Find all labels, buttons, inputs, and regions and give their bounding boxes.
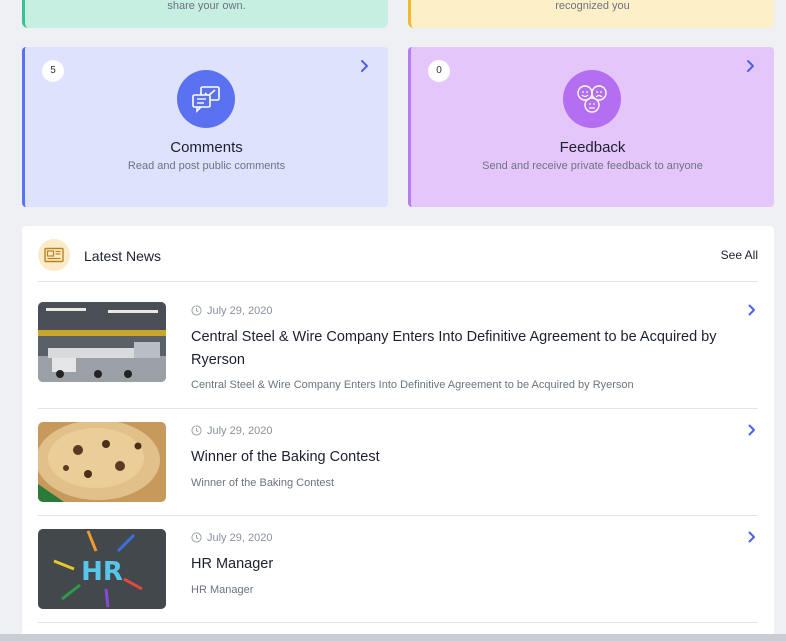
news-date-text: July 29, 2020: [207, 305, 273, 317]
chevron-right-icon[interactable]: [746, 304, 758, 316]
see-all-link[interactable]: See All: [721, 248, 758, 262]
news-date: July 29, 2020: [191, 305, 272, 317]
top-card-left[interactable]: share your own.: [22, 0, 388, 28]
news-subtitle: HR Manager: [191, 584, 254, 596]
latest-news-title: Latest News: [84, 248, 162, 264]
news-subtitle: Central Steel & Wire Company Enters Into…: [191, 379, 634, 391]
chevron-right-icon[interactable]: [746, 531, 758, 543]
latest-news-panel: Latest News See All July 29, 2020 Centra…: [22, 226, 774, 641]
clock-icon: [191, 305, 202, 316]
warehouse-photo: [38, 302, 166, 382]
top-card-right-text: recognized you: [555, 0, 630, 12]
feedback-count-badge: 0: [428, 60, 450, 82]
news-item[interactable]: July 29, 2020 Central Steel & Wire Compa…: [38, 283, 758, 409]
top-card-left-text: share your own.: [167, 0, 246, 12]
comments-card[interactable]: 5 Comments Read and post public comments: [22, 47, 388, 207]
clock-icon: [191, 532, 202, 543]
news-subtitle: Winner of the Baking Contest: [191, 477, 335, 489]
top-card-right[interactable]: recognized you: [408, 0, 774, 28]
comments-subtitle: Read and post public comments: [127, 160, 286, 172]
news-title[interactable]: Winner of the Baking Contest: [191, 446, 758, 469]
comments-count-badge: 5: [42, 60, 64, 82]
chevron-right-icon[interactable]: [744, 59, 758, 73]
news-date: July 29, 2020: [191, 425, 272, 437]
news-title[interactable]: HR Manager: [191, 553, 758, 576]
feedback-subtitle: Send and receive private feedback to any…: [482, 160, 703, 172]
latest-news-header: Latest News See All: [38, 226, 758, 282]
feedback-title: Feedback: [559, 139, 626, 156]
news-date-text: July 29, 2020: [207, 425, 273, 437]
chevron-right-icon[interactable]: [358, 59, 372, 73]
feedback-card[interactable]: 0 Feedback Send and receive private feed…: [408, 47, 774, 207]
faces-icon: [562, 70, 621, 128]
hr-photo: HR: [38, 529, 166, 609]
hr-thumbnail-text: HR: [81, 557, 123, 587]
chevron-right-icon[interactable]: [746, 424, 758, 436]
newspaper-icon: [38, 239, 70, 271]
chat-bubbles-icon: [176, 70, 235, 128]
cookies-photo: [38, 422, 166, 502]
comments-title: Comments: [170, 139, 243, 156]
taskbar: [0, 634, 786, 641]
news-item[interactable]: July 29, 2020 Winner of the Baking Conte…: [38, 409, 758, 516]
news-item[interactable]: HR July 29, 2020 HR Manager HR Manager: [38, 516, 758, 623]
news-date: July 29, 2020: [191, 532, 272, 544]
news-date-text: July 29, 2020: [207, 532, 273, 544]
news-title[interactable]: Central Steel & Wire Company Enters Into…: [191, 326, 758, 372]
clock-icon: [191, 425, 202, 436]
